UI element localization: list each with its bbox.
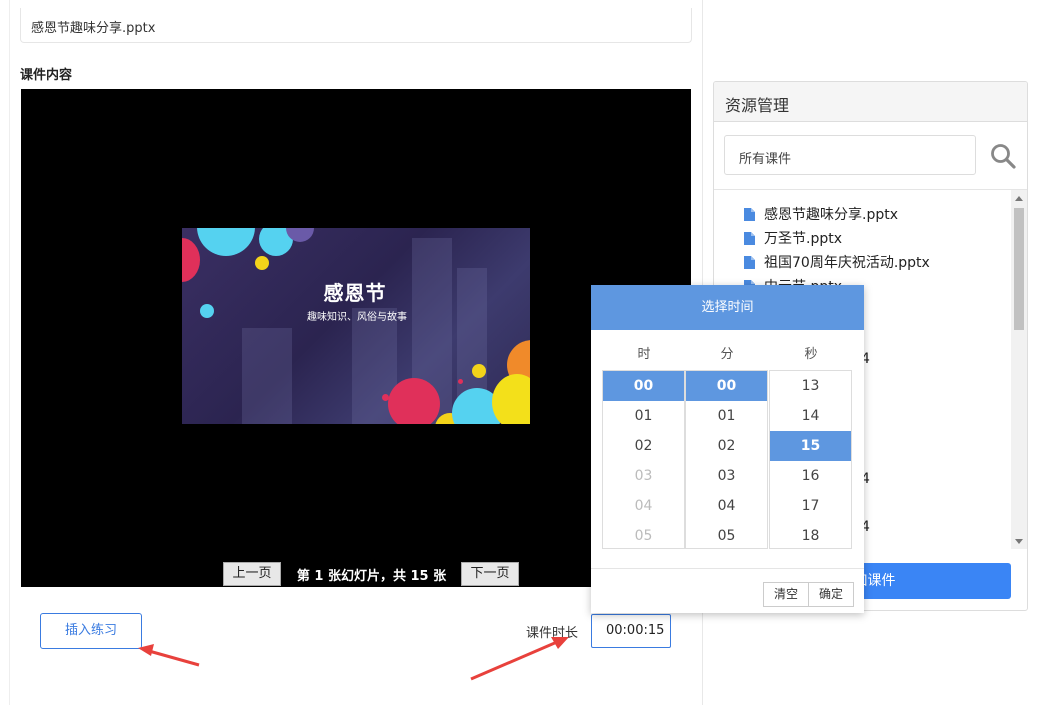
- second-option[interactable]: 17: [770, 491, 851, 521]
- minute-option[interactable]: 02: [686, 431, 767, 461]
- courseware-name-input[interactable]: 感恩节趣味分享.pptx: [20, 8, 692, 43]
- list-scrollbar[interactable]: [1011, 190, 1027, 549]
- slide-preview: 感恩节 趣味知识、风俗与故事: [182, 228, 530, 424]
- minute-column[interactable]: 00 01 02 03 04 05: [685, 370, 768, 549]
- resource-list-item[interactable]: 万圣节.pptx: [744, 226, 930, 250]
- hour-option[interactable]: 03: [603, 461, 684, 491]
- minute-option[interactable]: 04: [686, 491, 767, 521]
- insert-exercise-button[interactable]: 插入练习: [40, 613, 142, 649]
- scroll-down-icon[interactable]: [1015, 539, 1023, 544]
- scroll-up-icon[interactable]: [1015, 196, 1023, 201]
- resource-item-label: 感恩节趣味分享.pptx: [764, 207, 898, 223]
- file-icon: [744, 207, 755, 221]
- hour-option[interactable]: 01: [603, 401, 684, 431]
- resource-item-label: 祖国70周年庆祝活动.pptx: [764, 255, 930, 271]
- minute-option[interactable]: 00: [686, 371, 767, 401]
- hour-column-label: 时: [637, 347, 651, 362]
- second-option[interactable]: 13: [770, 371, 851, 401]
- courseware-search-input[interactable]: 所有课件: [724, 135, 976, 175]
- prev-page-button[interactable]: 上一页: [223, 562, 281, 586]
- hour-option[interactable]: 04: [603, 491, 684, 521]
- second-column[interactable]: 13 14 15 16 17 18: [769, 370, 852, 549]
- left-border: [9, 0, 10, 705]
- minute-option[interactable]: 03: [686, 461, 767, 491]
- hour-option[interactable]: 00: [603, 371, 684, 401]
- slide-title: 感恩节: [323, 281, 387, 305]
- duration-input[interactable]: 00:00:15: [591, 614, 671, 648]
- time-picker-footer: 清空 确定: [591, 568, 864, 613]
- second-option[interactable]: 15: [770, 431, 851, 461]
- second-option[interactable]: 14: [770, 401, 851, 431]
- annotation-arrow-icon: [138, 644, 200, 667]
- file-icon: [744, 255, 755, 269]
- resource-list-item[interactable]: 感恩节趣味分享.pptx: [744, 202, 930, 226]
- resource-panel-title: 资源管理: [714, 82, 1027, 122]
- scroll-thumb[interactable]: [1014, 208, 1024, 330]
- time-picker-popup: 选择时间 时 分 秒 00 01 02 03 04 05 00 01 02 03 04 05 13 1…: [591, 285, 864, 613]
- second-option[interactable]: 16: [770, 461, 851, 491]
- confirm-button[interactable]: 确定: [808, 582, 854, 607]
- slide-page-info: 第 1 张幻灯片，共 15 张: [296, 569, 447, 584]
- hour-column[interactable]: 00 01 02 03 04 05: [602, 370, 685, 549]
- search-icon[interactable]: [990, 143, 1016, 169]
- minute-option[interactable]: 05: [686, 521, 767, 548]
- content-section-label: 课件内容: [20, 68, 73, 83]
- second-column-label: 秒: [804, 347, 818, 362]
- minute-column-label: 分: [720, 347, 734, 362]
- hour-option[interactable]: 05: [603, 521, 684, 548]
- hour-option[interactable]: 02: [603, 431, 684, 461]
- resource-list-item[interactable]: 祖国70周年庆祝活动.pptx: [744, 250, 930, 274]
- slide-subtitle: 趣味知识、风俗与故事: [307, 312, 407, 323]
- minute-option[interactable]: 01: [686, 401, 767, 431]
- time-picker-title: 选择时间: [591, 285, 864, 330]
- next-page-button[interactable]: 下一页: [461, 562, 519, 586]
- resource-item-label: 万圣节.pptx: [764, 231, 842, 247]
- annotation-arrow-icon: [470, 637, 569, 681]
- second-option[interactable]: 18: [770, 521, 851, 548]
- file-icon: [744, 231, 755, 245]
- clear-button[interactable]: 清空: [763, 582, 809, 607]
